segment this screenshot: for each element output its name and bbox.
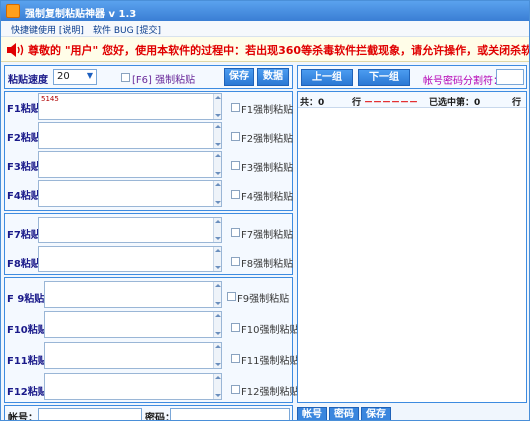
speed-select[interactable]: 20 ▼ (53, 69, 97, 85)
data-button[interactable]: 数据 (257, 68, 289, 86)
scrollbar[interactable] (213, 343, 221, 368)
speed-label: 粘贴速度 (8, 75, 48, 86)
slot-checkbox-f8[interactable] (231, 257, 240, 266)
slot-checkbox-f4[interactable] (231, 190, 240, 199)
slot-input-f7[interactable] (38, 217, 222, 243)
slot-label-f9: F 9粘贴 (7, 294, 45, 305)
selected-index: 已选中第：0 (429, 98, 481, 108)
scrollbar[interactable] (213, 94, 221, 119)
slot-input-f3[interactable] (38, 151, 222, 178)
list-status-bar: 共：0 行 －－－－－－ 已选中第：0 行 (298, 92, 526, 108)
row-end-label: 行 (512, 98, 522, 108)
slot-check-label-f4: F4强制粘贴 (241, 192, 294, 203)
scrollbar[interactable] (213, 312, 221, 337)
slot-input-f9[interactable] (44, 281, 222, 308)
slot-input-f11[interactable] (44, 342, 222, 369)
password-input[interactable] (170, 408, 290, 420)
scrollbar[interactable] (213, 123, 221, 148)
slot-checkbox-f1[interactable] (231, 103, 240, 112)
slot-checkbox-f11[interactable] (231, 354, 240, 363)
slot-input-f10[interactable] (44, 311, 222, 338)
menu-submit[interactable]: [提交] (136, 23, 161, 36)
slot-label-f4: F4粘贴 (7, 191, 41, 202)
scrollbar[interactable] (213, 374, 221, 399)
slot-checkbox-f9[interactable] (227, 292, 236, 301)
account-input[interactable] (38, 408, 142, 420)
slot-label-f3: F3粘贴 (7, 162, 41, 173)
slot-input-f4[interactable] (38, 180, 222, 207)
slot-check-label-f7: F7强制粘贴 (241, 230, 294, 241)
slot-input-f8[interactable] (38, 246, 222, 272)
slot-value-f1: 5145 (41, 95, 59, 103)
speed-toolbar: 粘贴速度 20 ▼ [F6] 强制粘贴 保存 数据 (4, 65, 293, 89)
slot-checkbox-f3[interactable] (231, 161, 240, 170)
slot-check-label-f10: F10强制粘贴 (241, 325, 300, 336)
window-title: 强制复制粘贴神器 v 1.3 (25, 9, 137, 20)
account-label: 帐号： (8, 413, 38, 421)
menu-shortcut-help[interactable]: 快捷键使用 [说明] (11, 23, 84, 36)
separator-input[interactable] (496, 69, 524, 85)
slot-label-f10: F10粘贴 (7, 325, 48, 336)
chevron-down-icon: ▼ (86, 71, 93, 80)
slot-label-f11: F11粘贴 (7, 356, 48, 367)
group-f1-f4: F1粘贴 5145 F1强制粘贴 F2粘贴 F2强制粘贴 F3粘贴 F3强制粘贴… (4, 91, 293, 211)
slot-check-label-f9: F9强制粘贴 (237, 294, 290, 305)
group-nav-toolbar: 上一组 下一组 帐号密码分割符： (297, 65, 527, 89)
slot-label-f8: F8粘贴 (7, 259, 41, 270)
status-dashes: －－－－－－ (364, 98, 419, 108)
account-bar: 帐号： 密码： (4, 405, 293, 421)
slot-check-label-f2: F2强制粘贴 (241, 134, 294, 145)
f6-label: [F6] 强制粘贴 (132, 75, 196, 86)
account-button[interactable]: 帐号 (297, 407, 327, 420)
account-list-panel: 共：0 行 －－－－－－ 已选中第：0 行 (297, 91, 527, 403)
app-icon (6, 4, 20, 18)
scrollbar[interactable] (213, 218, 221, 242)
speed-value: 20 (57, 71, 70, 82)
scrollbar[interactable] (213, 181, 221, 206)
group-f9-f12: F 9粘贴 F9强制粘贴 F10粘贴 F10强制粘贴 F11粘贴 F11强制粘贴… (4, 277, 299, 403)
separator-label: 帐号密码分割符： (423, 76, 503, 87)
notice-bar: 尊敬的 "用户" 您好，使用本软件的过程中：若出现360等杀毒软件拦截现象，请允… (1, 37, 530, 62)
password-button[interactable]: 密码 (329, 407, 359, 420)
slot-label-f12: F12粘贴 (7, 387, 48, 398)
slot-check-label-f8: F8强制粘贴 (241, 259, 294, 270)
slot-checkbox-f10[interactable] (231, 323, 240, 332)
slot-input-f2[interactable] (38, 122, 222, 149)
slot-check-label-f3: F3强制粘贴 (241, 163, 294, 174)
row-label: 行 (352, 98, 362, 108)
slot-input-f12[interactable] (44, 373, 222, 400)
slot-check-label-f1: F1强制粘贴 (241, 105, 294, 116)
group-f7-f8: F7粘贴 F7强制粘贴 F8粘贴 F8强制粘贴 (4, 213, 293, 275)
slot-checkbox-f2[interactable] (231, 132, 240, 141)
save-account-button[interactable]: 保存 (361, 407, 391, 420)
speaker-icon (7, 43, 24, 57)
slot-input-f1[interactable]: 5145 (38, 93, 222, 120)
scrollbar[interactable] (213, 282, 221, 307)
slot-checkbox-f7[interactable] (231, 228, 240, 237)
prev-group-button[interactable]: 上一组 (301, 69, 353, 86)
slot-checkbox-f12[interactable] (231, 385, 240, 394)
menu-bar: 快捷键使用 [说明] 软件 BUG [提交] (1, 21, 529, 37)
slot-label-f2: F2粘贴 (7, 133, 41, 144)
slot-label-f1: F1粘贴 (7, 104, 41, 115)
scrollbar[interactable] (213, 247, 221, 271)
f6-checkbox[interactable] (121, 73, 130, 82)
total-count: 共：0 (300, 98, 325, 108)
slot-check-label-f11: F11强制粘贴 (241, 356, 300, 367)
notice-text: 尊敬的 "用户" 您好，使用本软件的过程中：若出现360等杀毒软件拦截现象，请允… (28, 44, 530, 57)
slot-label-f7: F7粘贴 (7, 230, 41, 241)
account-list[interactable] (298, 109, 526, 402)
next-group-button[interactable]: 下一组 (358, 69, 410, 86)
app-window: 强制复制粘贴神器 v 1.3 快捷键使用 [说明] 软件 BUG [提交] 尊敬… (0, 0, 530, 421)
scrollbar[interactable] (213, 152, 221, 177)
title-bar: 强制复制粘贴神器 v 1.3 (1, 1, 529, 21)
save-button[interactable]: 保存 (224, 68, 254, 86)
slot-check-label-f12: F12强制粘贴 (241, 387, 300, 398)
bottom-right-bar: 帐号 密码 保存 (297, 405, 527, 420)
menu-software-bug[interactable]: 软件 BUG (93, 23, 134, 36)
